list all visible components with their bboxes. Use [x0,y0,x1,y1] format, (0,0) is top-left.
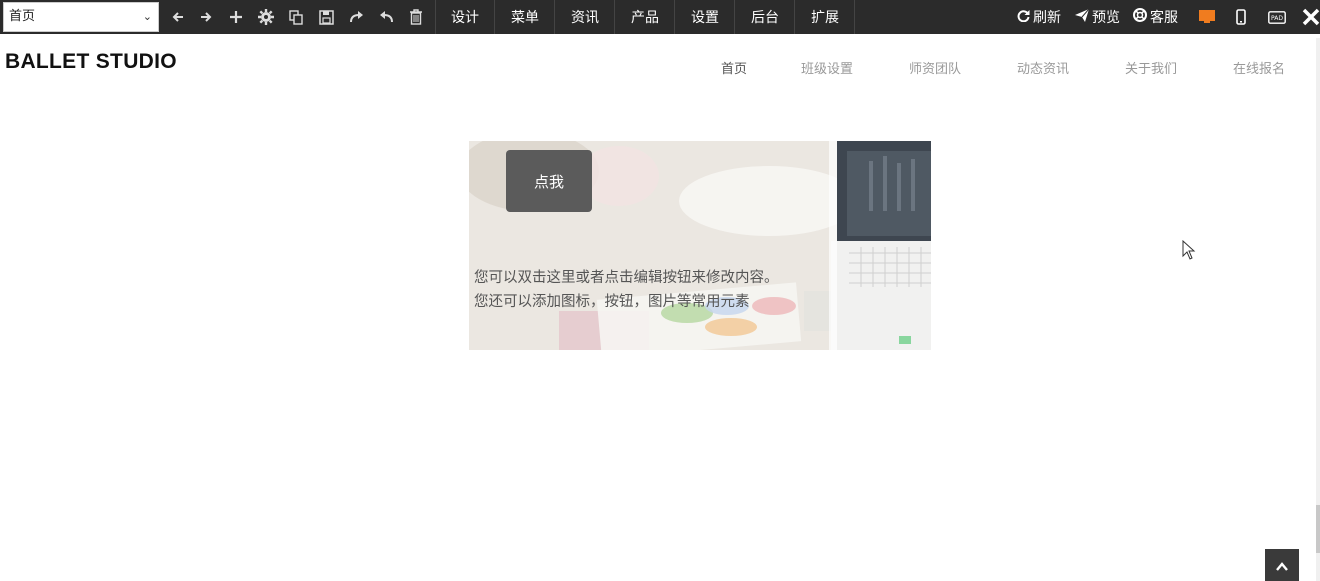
paper-plane-icon [1075,8,1090,26]
click-me-button[interactable]: 点我 [506,150,592,212]
forward-arrow-icon[interactable] [193,0,219,34]
nav-signup[interactable]: 在线报名 [1233,58,1285,77]
service-label: 客服 [1150,10,1178,26]
preview-label: 预览 [1092,10,1120,26]
site-header: BALLET STUDIO 首页 班级设置 师资团队 动态资讯 关于我们 在线报… [0,38,1316,94]
copy-icon[interactable] [283,0,309,34]
menu-menu[interactable]: 菜单 [496,0,555,34]
page-scrollbar-thumb[interactable] [1316,505,1320,553]
back-arrow-icon[interactable] [165,0,191,34]
mouse-cursor-icon [1182,239,1196,264]
close-icon[interactable] [1299,0,1320,34]
desktop-view-icon[interactable] [1195,0,1219,34]
refresh-icon [1017,9,1030,26]
menu-design[interactable]: 设计 [436,0,495,34]
support-icon [1133,8,1147,26]
page-select[interactable]: 首页 ⌄ [3,2,159,32]
back-to-top-button[interactable] [1265,549,1299,581]
chevron-up-icon [1276,556,1288,575]
mobile-view-icon[interactable] [1229,0,1253,34]
redo-icon[interactable] [343,0,369,34]
menu-backend[interactable]: 后台 [736,0,795,34]
svg-text:PAD: PAD [1271,15,1283,22]
nav-news[interactable]: 动态资讯 [1017,58,1069,77]
refresh-label: 刷新 [1033,10,1061,26]
gear-icon[interactable] [253,0,279,34]
banner-text-line-1: 您可以双击这里或者点击编辑按钮来修改内容。 [474,270,779,286]
menu-settings[interactable]: 设置 [676,0,735,34]
tablet-view-icon[interactable]: PAD [1265,0,1289,34]
page-select-value: 首页 [9,9,36,24]
menu-extensions[interactable]: 扩展 [796,0,855,34]
nav-teachers[interactable]: 师资团队 [909,58,961,77]
menu-products[interactable]: 产品 [616,0,675,34]
banner-text-line-2: 您还可以添加图标，按钮，图片等常用元素 [474,294,750,310]
page-scrollbar-track[interactable] [1316,38,1320,581]
preview-button[interactable]: 预览 [1075,0,1120,34]
site-logo[interactable]: BALLET STUDIO [5,50,177,74]
save-icon[interactable] [313,0,339,34]
banner-module[interactable]: 点我 您可以双击这里或者点击编辑按钮来修改内容。 您还可以添加图标，按钮，图片等… [469,141,931,350]
plus-icon[interactable] [223,0,249,34]
nav-home[interactable]: 首页 [721,58,747,77]
banner-text[interactable]: 您可以双击这里或者点击编辑按钮来修改内容。 您还可以添加图标，按钮，图片等常用元… [474,266,779,314]
undo-icon[interactable] [373,0,399,34]
chevron-down-icon: ⌄ [142,10,152,23]
nav-classes[interactable]: 班级设置 [801,58,853,77]
refresh-button[interactable]: 刷新 [1017,0,1061,34]
editor-toolbar: 首页 ⌄ 设计 菜单 资讯 产品 设置 后台 扩展 刷新 预览 客服 PAD [0,0,1320,34]
menu-news[interactable]: 资讯 [556,0,615,34]
service-button[interactable]: 客服 [1133,0,1178,34]
trash-icon[interactable] [403,0,429,34]
nav-about[interactable]: 关于我们 [1125,58,1177,77]
